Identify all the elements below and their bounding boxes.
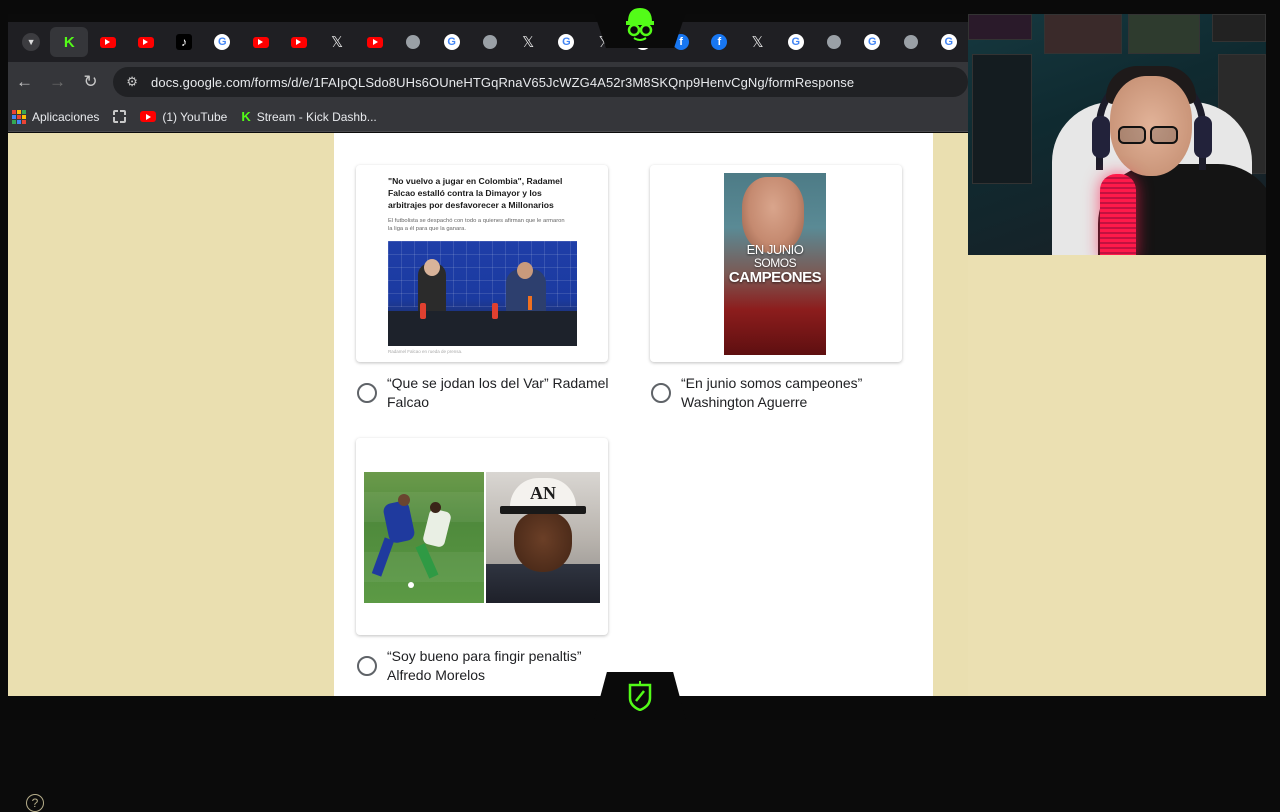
browser-tab[interactable]: G [433,27,471,57]
option-label-aguerre[interactable]: “En junio somos campeones” Washington Ag… [681,374,911,412]
page-background-right [968,255,1266,696]
google-icon: G [214,34,231,50]
shield-logo-icon [628,681,652,711]
bookmark-youtube[interactable]: (1) YouTube [140,110,227,124]
browser-tab[interactable]: 𝕏 [738,27,776,57]
browser-tab[interactable] [127,27,165,57]
back-button[interactable]: ← [8,66,41,98]
x-icon: 𝕏 [751,34,764,51]
browser-tab[interactable] [471,27,509,57]
kick-icon: K [241,109,251,124]
browser-tab[interactable]: 𝕏 [509,27,547,57]
globe-icon [903,35,918,49]
browser-tab[interactable]: 𝕏 [318,27,356,57]
morelos-portrait: AN [486,472,600,603]
site-settings-icon[interactable]: ⚙ [123,73,141,91]
browser-tab[interactable] [815,27,853,57]
bookmark-label: Stream - Kick Dashb... [256,109,377,124]
bookmark-label: Aplicaciones [32,109,100,124]
browser-tab[interactable]: G [547,27,585,57]
browser-tab[interactable]: K [50,27,89,57]
youtube-icon [290,36,307,48]
stream-logo-top [590,0,690,48]
x-icon: 𝕏 [330,34,344,51]
aguerre-photo: EN JUNIO SOMOS CAMPEONES [724,173,826,355]
chevron-down-icon: ▼ [22,33,41,51]
option-image-morelos: AN [356,438,608,635]
url-field[interactable]: ⚙ docs.google.com/forms/d/e/1FAIpQLSdo8U… [113,67,968,97]
stream-frame-right [1266,0,1280,720]
form-question-card: "No vuelvo a jugar en Colombia", Radamel… [334,133,933,696]
browser-tab[interactable]: ♪ [165,27,203,57]
youtube-icon [252,36,269,48]
facebook-icon: f [711,34,728,50]
youtube-icon [140,111,157,122]
x-icon: 𝕏 [522,34,535,51]
browser-tab[interactable]: f [700,27,738,57]
option-label-morelos[interactable]: “Soy bueno para fingir penaltis” Alfredo… [387,647,617,685]
image-text-line2: SOMOS [753,256,797,270]
address-bar-row: ← → ↻ ⚙ docs.google.com/forms/d/e/1FAIpQ… [8,62,968,102]
penalty-play-photo [364,472,484,603]
apps-grid-icon [12,109,26,124]
browser-tab[interactable] [394,27,432,57]
streamer-logo-icon [626,8,654,41]
browser-tab[interactable] [280,27,318,57]
youtube-icon [137,36,154,48]
option-label-falcao[interactable]: “Que se jodan los del Var” Radamel Falca… [387,374,617,412]
tab-strip: ▼K♪G𝕏G𝕏G𝕏Gff𝕏GGG [8,22,968,62]
youtube-icon [367,36,384,48]
globe-icon [482,35,497,49]
stream-frame-left [0,0,8,720]
image-text-line1: EN JUNIO [746,242,804,257]
stream-logo-bottom [594,672,686,720]
press-conference-photo [388,241,577,346]
webcam-overlay [968,14,1266,255]
google-icon: G [940,34,957,50]
chrome-icon [406,35,421,49]
radio-option-aguerre[interactable] [651,383,671,403]
bookmark-kick-dashboard[interactable]: K Stream - Kick Dashb... [241,109,376,124]
browser-tab[interactable] [891,27,929,57]
news-headline: "No vuelvo a jugar en Colombia", Radamel… [388,176,563,210]
tiktok-icon: ♪ [176,34,193,50]
reload-button[interactable]: ↻ [74,66,107,98]
help-icon[interactable]: ? [26,794,44,812]
bookmarks-bar: Aplicaciones (1) YouTube K Stream - Kick… [8,102,968,132]
image-text-line3: CAMPEONES [728,269,822,286]
bookmark-label: (1) YouTube [162,109,228,124]
bookmark-aplicaciones[interactable]: Aplicaciones [12,109,100,124]
browser-tab[interactable]: G [930,27,968,57]
grid-icon [113,110,127,123]
browser-tab[interactable]: G [777,27,815,57]
youtube-icon [99,36,116,48]
browser-tab[interactable] [241,27,279,57]
news-caption: Radamel Falcao en rueda de prensa. [388,349,463,354]
option-image-aguerre: EN JUNIO SOMOS CAMPEONES [650,165,902,362]
forward-button[interactable]: → [41,66,74,98]
google-icon: G [864,34,881,50]
option-image-falcao: "No vuelvo a jugar en Colombia", Radamel… [356,165,608,362]
news-subtext: El futbolista se despachó con todo a qui… [388,218,565,232]
tab-search-button[interactable]: ▼ [12,27,50,57]
url-text[interactable]: docs.google.com/forms/d/e/1FAIpQLSdo8UHs… [151,75,854,90]
browser-tab[interactable]: G [853,27,891,57]
browser-tab[interactable] [88,27,126,57]
kick-icon: K [63,33,75,51]
google-icon: G [443,34,460,50]
radio-option-falcao[interactable] [357,383,377,403]
google-icon: G [558,34,575,50]
browser-tab[interactable]: G [203,27,241,57]
bookmark-grid[interactable] [113,110,127,123]
google-icon: G [787,34,804,50]
globe-icon [827,35,842,49]
browser-tab[interactable] [356,27,394,57]
radio-option-morelos[interactable] [357,656,377,676]
